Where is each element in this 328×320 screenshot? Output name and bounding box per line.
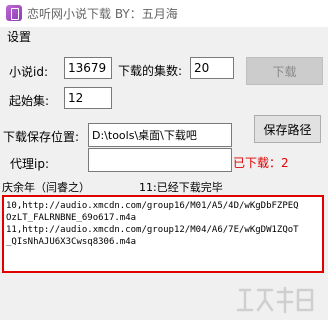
download-button[interactable]: 下载 xyxy=(246,57,323,85)
proxy-input[interactable] xyxy=(88,148,232,172)
episodes-label: 下载的集数: xyxy=(118,64,183,78)
menu-bar: 设置 xyxy=(0,27,328,46)
watermark-logo xyxy=(236,286,314,314)
download-status: 11:已经下载完毕 xyxy=(139,181,223,194)
download-log[interactable]: 10,http://audio.xmcdn.com/group16/M01/A5… xyxy=(2,195,324,273)
log-line: _QIsNhAJU6X3Cwsq8306.m4a xyxy=(6,237,137,247)
novel-id-input[interactable]: 13679 xyxy=(64,57,112,79)
save-path-button[interactable]: 保存路径 xyxy=(254,115,321,143)
start-episode-input[interactable]: 12 xyxy=(64,87,112,109)
log-line: OzLT_FALRNBNE_69o617.m4a xyxy=(6,213,137,223)
log-text-area: 10,http://audio.xmcdn.com/group16/M01/A5… xyxy=(4,197,322,271)
title-bar: 恋听网小说下载 BY：五月海 xyxy=(0,0,328,27)
start-episode-label: 起始集: xyxy=(9,94,50,108)
book-icon xyxy=(6,5,22,21)
novel-id-label: 小说id: xyxy=(9,65,48,79)
log-line: 11,http://audio.xmcdn.com/group12/M04/A6… xyxy=(6,225,299,235)
proxy-label: 代理ip: xyxy=(10,157,49,171)
save-location-input[interactable]: D:\tools\桌面\下载吧 xyxy=(88,123,232,147)
current-novel-status: 庆余年（闫睿之） xyxy=(2,181,90,194)
save-location-label: 下载保存位置: xyxy=(3,130,80,144)
episodes-input[interactable]: 20 xyxy=(190,57,234,79)
log-line: 10,http://audio.xmcdn.com/group16/M01/A5… xyxy=(6,201,299,211)
window-title: 恋听网小说下载 BY：五月海 xyxy=(27,7,178,21)
menu-item-settings[interactable]: 设置 xyxy=(7,28,31,45)
downloaded-count-label: 已下载：2 xyxy=(233,156,289,170)
